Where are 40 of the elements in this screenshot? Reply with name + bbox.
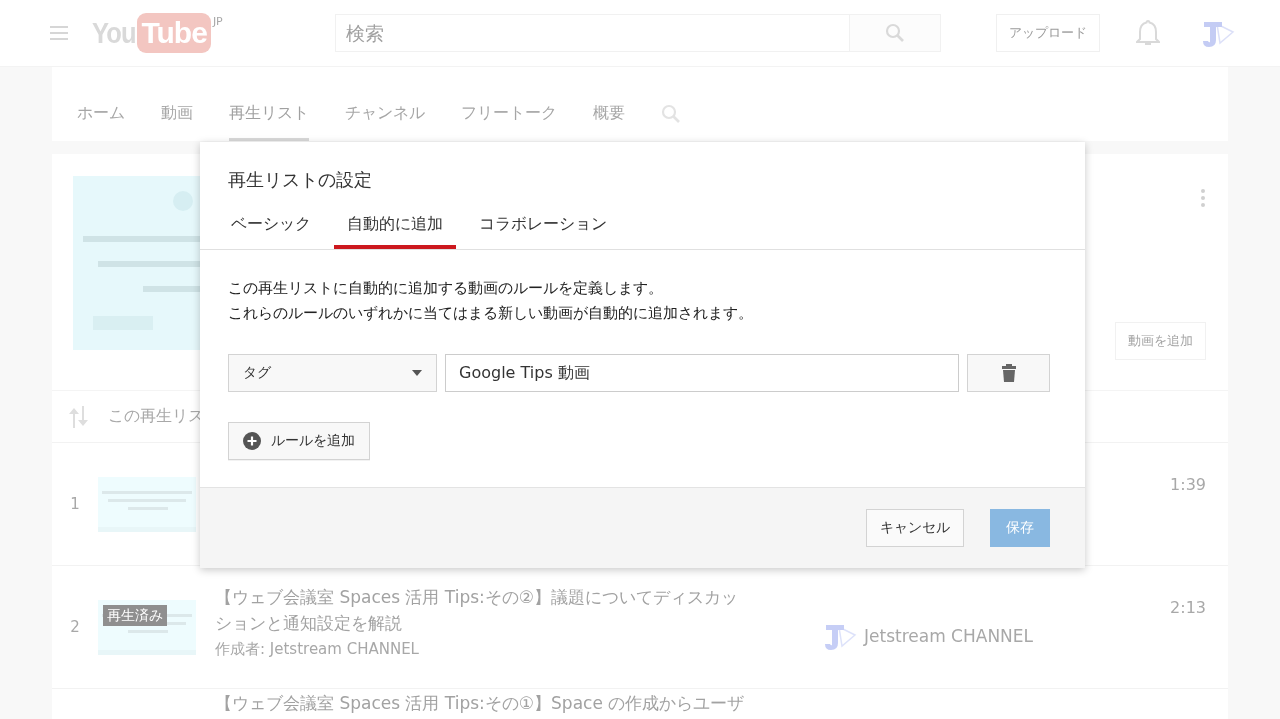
trash-icon <box>1001 364 1016 382</box>
video-row[interactable]: 2 再生済み 【ウェブ会議室 Spaces 活用 Tips:その②】議題についてディスカッションと通知設定を解説 作成者: Jetstream CHANNEL Jetstream CHANNEL 2:13 <box>52 566 1228 689</box>
cancel-button[interactable]: キャンセル <box>866 509 964 547</box>
dialog-tab[interactable]: ベーシック <box>218 214 324 249</box>
more-icon[interactable] <box>1200 188 1206 208</box>
bell-icon[interactable] <box>1136 19 1160 47</box>
video-row[interactable]: 【ウェブ会議室 Spaces 活用 Tips:その①】Space の作成からユーザ <box>52 689 1228 719</box>
sort-arrows-icon[interactable] <box>68 405 88 428</box>
search-icon <box>884 23 905 43</box>
channel-tab[interactable]: ホーム <box>77 103 143 141</box>
watched-badge: 再生済み <box>103 604 167 626</box>
add-video-button[interactable]: 動画を追加 <box>1115 322 1206 360</box>
dialog-title: 再生リストの設定 <box>227 168 373 192</box>
row-number: 1 <box>69 495 81 513</box>
dialog-tab[interactable]: コラボレーション <box>466 214 620 249</box>
video-title[interactable]: 【ウェブ会議室 Spaces 活用 Tips:その①】Space の作成からユーザ <box>215 692 745 714</box>
channel-tab[interactable]: チャンネル <box>345 103 443 141</box>
video-title[interactable]: 【ウェブ会議室 Spaces 活用 Tips:その②】議題についてディスカッションと通知設定を解説 <box>215 584 745 636</box>
add-rule-button[interactable]: ルールを追加 <box>228 422 370 460</box>
caret-icon <box>412 370 422 376</box>
search-field[interactable]: 検索 <box>334 14 850 52</box>
video-duration: 2:13 <box>1170 598 1206 617</box>
delete-button[interactable] <box>967 354 1050 392</box>
video-byline: 作成者: Jetstream CHANNEL <box>215 640 420 659</box>
channel-tab[interactable]: フリートーク <box>461 103 575 141</box>
search-icon[interactable] <box>661 104 681 124</box>
description-text: これらのルールのいずれかに当てはまる新しい動画が自動的に追加されます。 <box>228 303 754 324</box>
channel-tab[interactable]: 動画 <box>161 103 211 141</box>
channel-name[interactable]: Jetstream CHANNEL <box>864 626 1034 646</box>
channel-tab[interactable]: 概要 <box>593 103 643 141</box>
search-button[interactable] <box>849 14 941 52</box>
rule-type-dropdown[interactable]: タグ <box>228 354 437 392</box>
description-text: この再生リストに自動的に追加する動画のルールを定義します。 <box>228 278 664 299</box>
row-number: 2 <box>69 618 81 636</box>
upload-button[interactable]: アップロード <box>996 14 1100 52</box>
video-duration: 1:39 <box>1170 475 1206 494</box>
menu-icon[interactable] <box>50 26 68 40</box>
plus-icon <box>243 432 261 450</box>
dialog-tab[interactable]: 自動的に追加 <box>334 214 456 249</box>
rule-value-field[interactable]: Google Tips 動画 <box>445 354 959 392</box>
